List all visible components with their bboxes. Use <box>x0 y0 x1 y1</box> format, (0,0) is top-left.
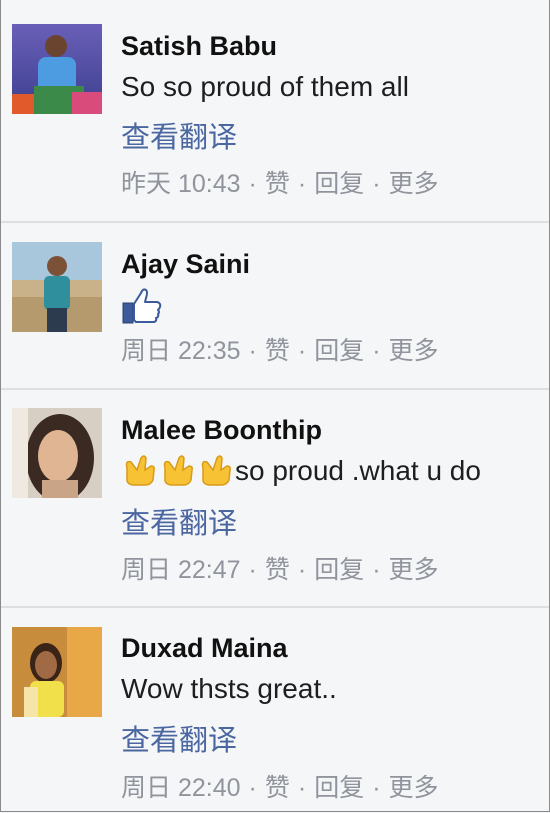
separator: · <box>248 556 257 584</box>
comment-timestamp[interactable]: 昨天 10:43 <box>121 169 241 199</box>
separator: · <box>297 774 307 802</box>
like-button[interactable]: 赞 <box>265 169 290 199</box>
comment-timestamp[interactable]: 周日 22:47 <box>121 555 241 585</box>
avatar[interactable] <box>12 627 102 717</box>
avatar[interactable] <box>12 242 102 332</box>
comment-author[interactable]: Malee Boonthip <box>121 414 322 446</box>
comment-timestamp[interactable]: 周日 22:35 <box>121 336 241 366</box>
see-translation-link[interactable]: 查看翻译 <box>121 507 237 541</box>
reply-button[interactable]: 回复 <box>314 169 364 199</box>
comment-timestamp[interactable]: 周日 22:40 <box>121 773 241 803</box>
separator: · <box>297 337 307 365</box>
comment-text-row: so proud .what u do <box>121 454 481 494</box>
comment-text: So so proud of them all <box>121 71 409 102</box>
like-button[interactable]: 赞 <box>265 555 290 585</box>
comment-author[interactable]: Satish Babu <box>121 30 277 62</box>
comment-text: Wow thsts great.. <box>121 673 337 704</box>
avatar[interactable] <box>12 408 102 498</box>
avatar[interactable] <box>12 24 102 114</box>
comment-item: Satish Babu So so proud of them all 查看翻译… <box>1 0 549 222</box>
pointing-hand-icon <box>159 454 197 494</box>
separator: · <box>248 774 257 802</box>
separator: · <box>297 170 307 198</box>
thumbs-up-icon <box>122 287 162 330</box>
like-button[interactable]: 赞 <box>265 773 290 803</box>
reply-button[interactable]: 回复 <box>314 773 364 803</box>
comment-text: so proud .what u do <box>235 455 481 486</box>
separator: · <box>372 774 381 802</box>
separator: · <box>372 556 381 584</box>
more-button[interactable]: 更多 <box>389 555 439 585</box>
more-button[interactable]: 更多 <box>389 336 439 366</box>
separator: · <box>372 170 381 198</box>
comment-meta: 周日 22:35 · 赞 · 回复 · 更多 <box>121 336 439 366</box>
comment-item: Malee Boonthip so proud .what u do 查看翻译 … <box>1 390 549 606</box>
like-button[interactable]: 赞 <box>265 336 290 366</box>
pointing-hand-icon <box>121 454 159 494</box>
comment-item: Duxad Maina Wow thsts great.. 查看翻译 周日 22… <box>1 608 549 811</box>
comment-list: Satish Babu So so proud of them all 查看翻译… <box>0 0 550 812</box>
comment-author[interactable]: Duxad Maina <box>121 632 288 664</box>
more-button[interactable]: 更多 <box>389 169 439 199</box>
pointing-hand-icon <box>197 454 235 494</box>
reply-button[interactable]: 回复 <box>314 336 364 366</box>
separator: · <box>297 556 307 584</box>
more-button[interactable]: 更多 <box>389 773 439 803</box>
separator: · <box>372 337 381 365</box>
separator: · <box>248 170 257 198</box>
separator: · <box>248 337 257 365</box>
reply-button[interactable]: 回复 <box>314 555 364 585</box>
comment-author[interactable]: Ajay Saini <box>121 248 250 280</box>
comment-meta: 周日 22:40 · 赞 · 回复 · 更多 <box>121 773 439 803</box>
see-translation-link[interactable]: 查看翻译 <box>121 724 237 758</box>
comment-meta: 昨天 10:43 · 赞 · 回复 · 更多 <box>121 169 439 199</box>
see-translation-link[interactable]: 查看翻译 <box>121 121 237 155</box>
comment-meta: 周日 22:47 · 赞 · 回复 · 更多 <box>121 555 439 585</box>
comment-item: Ajay Saini 周日 22:35 · 赞 · 回复 · 更多 <box>1 223 549 388</box>
